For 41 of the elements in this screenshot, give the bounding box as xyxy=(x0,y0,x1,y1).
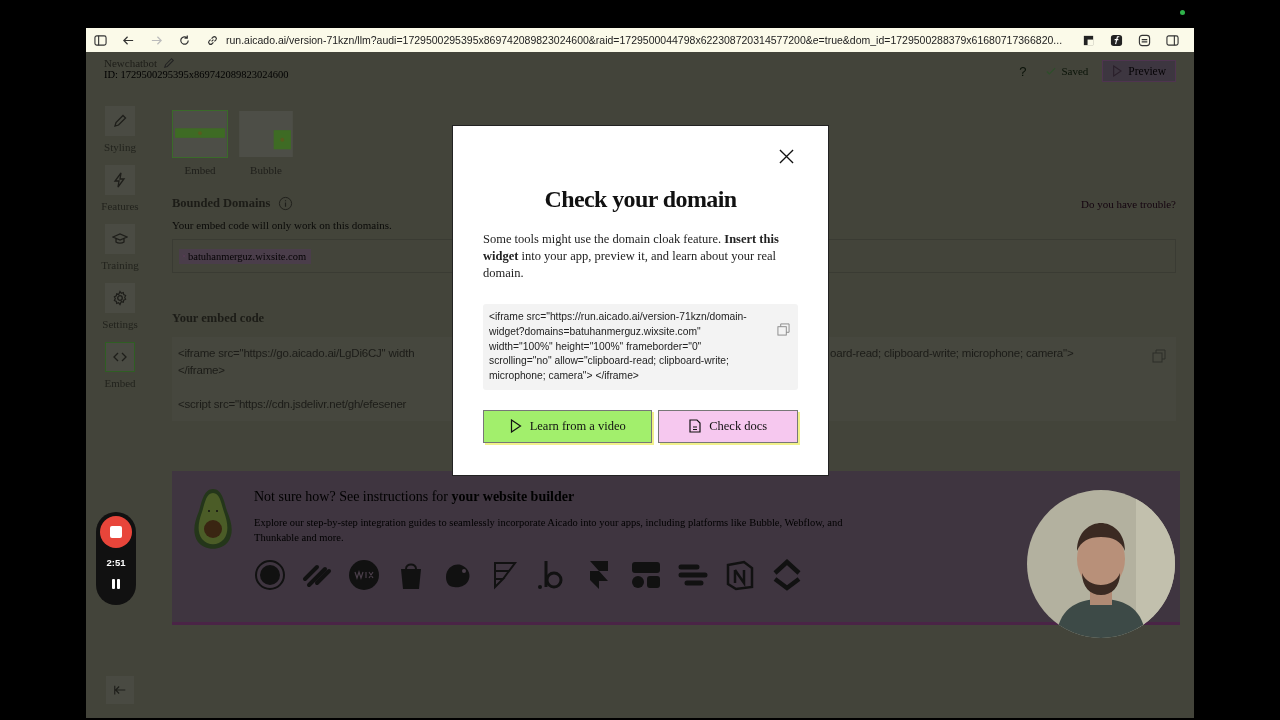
layout-thumbnail xyxy=(172,110,228,158)
edit-icon[interactable] xyxy=(163,57,176,69)
stop-recording-button[interactable] xyxy=(100,516,132,548)
platform-logo-icon[interactable] xyxy=(630,559,662,591)
code-snippet: <iframe src="https://run.aicado.ai/version-71kzn/domain-widget?domains=batuhanmerguz.wixsite.com" width="100%" height="100%" frameborder="0" scrolling="no" allow="clipboard-read; clipboard-write; microphone; camera"> </iframe> xyxy=(489,310,748,384)
copy-icon[interactable] xyxy=(777,323,790,336)
settings-icon xyxy=(112,290,128,306)
play-icon xyxy=(509,419,522,434)
pause-icon[interactable] xyxy=(111,578,121,590)
platform-logo-icon[interactable] xyxy=(771,559,803,591)
layout-thumbnail xyxy=(238,110,294,158)
graduation-cap-icon xyxy=(112,231,128,247)
banner-title: Not sure how? See instructions for your website builder xyxy=(254,489,576,505)
domain-tag-label: batuhanmerguz.wixsite.com xyxy=(188,250,307,262)
arrow-left-icon xyxy=(113,683,127,697)
info-icon[interactable] xyxy=(278,196,294,211)
recording-time: 2:51 xyxy=(106,557,126,568)
platform-logo-icon[interactable] xyxy=(254,559,286,591)
extension-icon[interactable] xyxy=(1082,33,1096,47)
pencil-icon xyxy=(112,113,128,129)
collapse-button[interactable] xyxy=(106,676,134,704)
reload-icon[interactable] xyxy=(178,33,191,47)
docs-button[interactable]: Check docs xyxy=(658,410,798,443)
dialog-title: Check your domain xyxy=(544,186,737,213)
document-icon xyxy=(689,419,702,434)
chatbot-id: ID: 1729500295395x869742089823024600 xyxy=(104,69,289,80)
close-icon[interactable] xyxy=(779,149,794,164)
lightning-icon xyxy=(112,172,128,188)
preview-button[interactable]: Preview xyxy=(1102,60,1176,82)
platform-logo-icon[interactable] xyxy=(724,559,756,591)
sidebar-toggle-icon[interactable] xyxy=(1166,33,1180,47)
video-button[interactable]: Learn from a video xyxy=(483,410,653,443)
extension-icon[interactable] xyxy=(1110,33,1124,47)
link-icon xyxy=(206,33,219,47)
help-link[interactable]: Do you have trouble? xyxy=(1081,197,1176,210)
camera-indicator-icon xyxy=(1180,10,1185,15)
address-bar[interactable]: run.aicado.ai/version-71kzn/llm?audi=1729500295395x869742089823024600&raid=1729500044798x622308720314577200&e=true&dom_id=1729500288379x61680717366820... xyxy=(226,34,1063,46)
platform-logo-icon[interactable] xyxy=(348,559,380,591)
sidebar-toggle-icon[interactable] xyxy=(94,33,107,47)
extension-icon[interactable] xyxy=(1138,33,1152,47)
help-button[interactable]: ? xyxy=(1013,63,1033,79)
